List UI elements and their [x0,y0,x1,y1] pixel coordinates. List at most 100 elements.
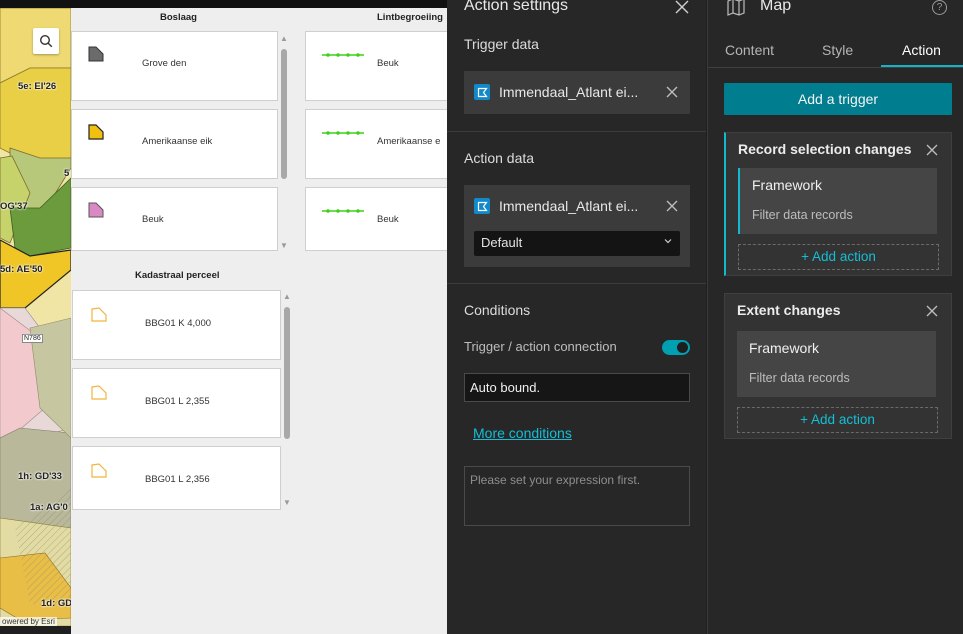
legend-title-lintbegroeiing: Lintbegroeiing [377,12,443,23]
more-conditions-link[interactable]: More conditions [473,425,572,441]
road-shield: N786 [22,334,43,343]
scroll-down-icon[interactable]: ▼ [282,499,292,507]
add-action-button[interactable]: + Add action [737,407,938,433]
legend-item-label: Beuk [377,214,399,225]
legend-item-label: BBG01 L 2,356 [145,474,210,485]
active-tab-indicator [881,65,963,67]
toggle-knob [677,342,688,353]
scroll-thumb[interactable] [284,307,290,439]
map-widget-icon [727,0,745,16]
legend-item-kadastraal[interactable]: BBG01 L 2,355 [72,368,281,438]
trigger-data-source[interactable]: Immendaal_Atlant ei... [464,71,690,114]
trigger-card-extent-changes: Extent changes Framework Filter data rec… [724,293,952,439]
map-label: 1h: GD'33 [18,471,62,482]
legend-item-label: BBG01 K 4,000 [145,318,212,329]
connection-field[interactable]: Auto bound. [464,373,690,402]
legend-item-label: BBG01 L 2,355 [145,396,210,407]
map-canvas[interactable]: 5e: EI'26 OG'37 5d: AE'50 1h: GD'33 1a: … [0,8,71,626]
trigger-title: Extent changes [737,302,841,318]
polygon-symbol-icon [91,385,107,400]
legend-item-label: Beuk [377,58,399,69]
action-settings-title: Action settings [464,0,569,14]
chevron-down-icon [664,239,672,244]
legend-item-lint-amerikaanse-eik[interactable]: Amerikaanse e [305,109,447,179]
close-icon[interactable] [925,143,939,157]
legend-item-beuk[interactable]: Beuk [71,187,278,251]
map-label: 1d: GD [41,598,71,609]
polygon-symbol-icon [88,124,104,140]
legend-item-label: Amerikaanse eik [142,136,213,147]
widget-title: Map [760,0,792,14]
legend-scrollbar[interactable]: ▲ ▼ [279,35,289,250]
polygon-symbol-icon [88,46,104,62]
add-action-button[interactable]: + Add action [738,244,939,270]
connection-toggle[interactable] [662,340,690,355]
map-parcels [0,8,71,626]
trigger-action-connection-label: Trigger / action connection [464,339,617,354]
close-icon[interactable] [674,0,690,15]
legend-scrollbar[interactable]: ▲ ▼ [282,293,292,507]
action-widget-name: Framework [752,177,823,193]
legend-item-lint-beuk-2[interactable]: Beuk [305,187,447,251]
expression-textarea[interactable]: Please set your expression first. [464,466,690,526]
feature-layer-icon [474,84,490,100]
scroll-up-icon[interactable]: ▲ [279,35,289,43]
line-symbol-icon [322,209,364,213]
map-label: 5 [64,168,70,179]
add-trigger-button[interactable]: Add a trigger [724,83,952,115]
legend-title-boslaag: Boslaag [160,12,197,23]
legend-item-grove-den[interactable]: Grove den [71,31,278,101]
remove-icon[interactable] [664,198,680,214]
data-view-select-value: Default [481,235,523,250]
action-widget-name: Framework [749,340,820,356]
trigger-data-source-name: Immendaal_Atlant ei... [499,84,639,100]
expression-placeholder: Please set your expression first. [470,473,641,487]
tab-style[interactable]: Style [822,42,853,58]
feature-layer-icon [474,198,490,214]
settings-tabs: Content Style Action [708,34,963,68]
action-data-source[interactable]: Immendaal_Atlant ei... Default [464,185,690,267]
map-label: 5d: AE'50 [0,264,43,275]
legend-item-label: Beuk [142,214,164,225]
search-icon [39,34,53,48]
legend-item-amerikaanse-eik[interactable]: Amerikaanse eik [71,109,278,179]
remove-icon[interactable] [664,84,680,100]
widget-settings-panel: Map ? Content Style Action Add a trigger… [707,0,963,634]
esri-attribution[interactable]: owered by Esri [0,617,57,626]
legend-item-lint-beuk[interactable]: Beuk [305,31,447,101]
trigger-title: Record selection changes [738,141,912,157]
polygon-symbol-icon [91,463,107,478]
divider [447,131,706,132]
polygon-symbol-icon [91,307,107,322]
legend-panel: Boslaag Lintbegroeiing Grove den Amerika… [71,8,447,634]
action-description: Filter data records [752,208,853,222]
action-card[interactable]: Framework Filter data records [737,331,936,397]
polygon-symbol-icon [88,202,104,218]
help-icon[interactable]: ? [932,0,947,15]
legend-item-label: Amerikaanse e [377,136,441,147]
map-search-button[interactable] [33,28,59,54]
legend-item-label: Grove den [142,58,187,69]
top-strip [0,0,447,8]
action-settings-panel: Action settings Trigger data Immendaal_A… [447,0,706,634]
scroll-thumb[interactable] [281,49,287,179]
action-card[interactable]: Framework Filter data records [738,168,937,234]
trigger-data-title: Trigger data [464,36,539,52]
close-icon[interactable] [925,304,939,318]
scroll-up-icon[interactable]: ▲ [282,293,292,301]
connection-field-value: Auto bound. [470,380,541,395]
divider [447,283,706,284]
legend-item-kadastraal[interactable]: BBG01 L 2,356 [72,446,281,510]
tab-content[interactable]: Content [725,42,774,58]
map-label: 1a: AG'0 [30,502,68,513]
conditions-title: Conditions [464,302,531,318]
data-view-select[interactable]: Default [474,231,680,256]
legend-item-kadastraal[interactable]: BBG01 K 4,000 [72,290,281,360]
action-data-title: Action data [464,150,535,166]
scroll-down-icon[interactable]: ▼ [279,242,289,250]
map-label: 5e: EI'26 [18,81,57,92]
tab-action[interactable]: Action [902,42,941,58]
action-description: Filter data records [749,371,850,385]
map-label: OG'37 [0,201,28,212]
line-symbol-icon [322,131,364,135]
